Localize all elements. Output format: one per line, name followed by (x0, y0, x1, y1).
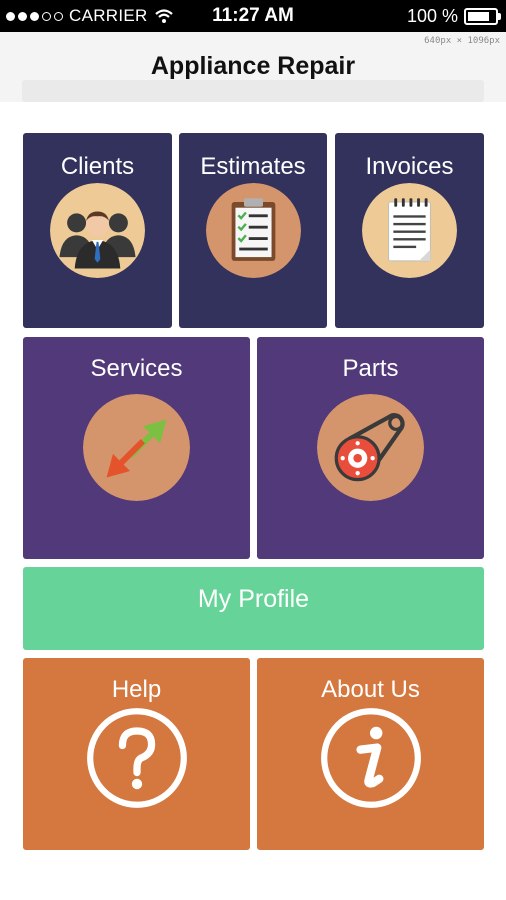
dimension-note: 640px × 1096px (424, 36, 500, 46)
invoices-tile[interactable]: Invoices (335, 133, 484, 328)
clipboard-checklist-icon (206, 183, 301, 278)
help-label: Help (111, 676, 162, 703)
header-underbar (22, 80, 484, 102)
belt-pulley-icon (317, 394, 424, 501)
my-profile-button[interactable]: My Profile (23, 567, 484, 650)
estimates-tile[interactable]: Estimates (179, 133, 327, 328)
about-us-tile[interactable]: About Us (257, 658, 484, 850)
app-header: 640px × 1096px Appliance Repair (0, 32, 506, 102)
my-profile-label: My Profile (197, 585, 310, 613)
invoices-label: Invoices (365, 153, 454, 180)
double-arrow-icon (83, 394, 190, 501)
clients-tile[interactable]: Clients (23, 133, 172, 328)
info-icon (319, 706, 423, 810)
estimates-label: Estimates (200, 153, 306, 180)
battery-icon (464, 7, 501, 25)
about-us-label: About Us (321, 676, 420, 703)
help-tile[interactable]: Help (23, 658, 250, 850)
clients-label: Clients (60, 153, 135, 180)
notepad-icon (362, 183, 457, 278)
battery-percent: 100 % (406, 5, 458, 26)
parts-label: Parts (342, 355, 399, 382)
status-right: 100 % (406, 5, 501, 27)
services-label: Services (90, 355, 183, 382)
question-mark-icon (85, 706, 189, 810)
page-title: Appliance Repair (150, 52, 356, 80)
people-group-icon (50, 183, 145, 278)
parts-tile[interactable]: Parts (257, 337, 484, 559)
status-bar: CARRIER 11:27 AM 100 % (0, 0, 506, 32)
services-tile[interactable]: Services (23, 337, 250, 559)
